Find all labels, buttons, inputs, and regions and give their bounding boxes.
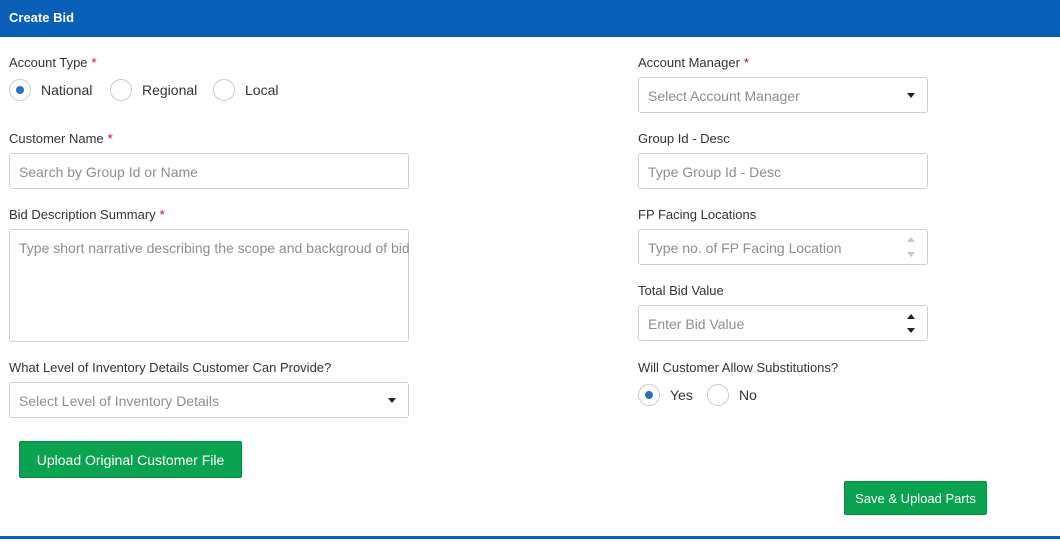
account-manager-placeholder: Select Account Manager bbox=[648, 88, 800, 104]
radio-national-label: National bbox=[41, 82, 93, 98]
account-manager-label-text: Account Manager bbox=[638, 55, 740, 70]
total-bid-input[interactable]: Enter Bid Value bbox=[638, 305, 928, 341]
bid-description-label: Bid Description Summary * bbox=[9, 207, 165, 222]
radio-no[interactable] bbox=[707, 384, 729, 406]
radio-national[interactable] bbox=[9, 79, 31, 101]
save-upload-parts-button[interactable]: Save & Upload Parts bbox=[844, 481, 987, 515]
total-bid-placeholder: Enter Bid Value bbox=[648, 316, 745, 332]
inventory-level-placeholder: Select Level of Inventory Details bbox=[19, 393, 219, 409]
required-mark: * bbox=[107, 131, 113, 146]
group-id-label: Group Id - Desc bbox=[638, 131, 730, 146]
account-type-label: Account Type * bbox=[9, 55, 97, 70]
bottom-divider bbox=[0, 536, 1060, 539]
chevron-down-icon bbox=[907, 93, 915, 98]
customer-name-placeholder: Search by Group Id or Name bbox=[19, 164, 198, 180]
page-title: Create Bid bbox=[9, 10, 75, 25]
bid-description-label-text: Bid Description Summary bbox=[9, 207, 156, 222]
radio-regional-label: Regional bbox=[142, 82, 198, 98]
substitutions-label: Will Customer Allow Substitutions? bbox=[638, 360, 839, 375]
account-manager-select[interactable]: Select Account Manager bbox=[638, 77, 928, 113]
customer-name-input[interactable]: Search by Group Id or Name bbox=[9, 153, 409, 189]
radio-local[interactable] bbox=[213, 79, 235, 101]
radio-regional[interactable] bbox=[110, 79, 132, 101]
bid-description-placeholder: Type short narrative describing the scop… bbox=[19, 240, 409, 256]
account-manager-label: Account Manager * bbox=[638, 55, 749, 70]
group-id-placeholder: Type Group Id - Desc bbox=[648, 164, 782, 180]
spin-up-icon[interactable] bbox=[907, 314, 915, 319]
bid-description-textarea[interactable]: Type short narrative describing the scop… bbox=[9, 229, 409, 342]
required-mark: * bbox=[743, 55, 749, 70]
required-mark: * bbox=[91, 55, 97, 70]
page-header: Create Bid bbox=[0, 0, 1060, 37]
chevron-down-icon bbox=[388, 398, 396, 403]
account-type-label-text: Account Type bbox=[9, 55, 88, 70]
spin-down-icon[interactable] bbox=[907, 252, 915, 257]
radio-no-label: No bbox=[739, 387, 757, 403]
radio-local-label: Local bbox=[245, 82, 279, 98]
spin-down-icon[interactable] bbox=[907, 328, 915, 333]
fp-facing-label: FP Facing Locations bbox=[638, 207, 757, 222]
total-bid-label: Total Bid Value bbox=[638, 283, 724, 298]
fp-facing-placeholder: Type no. of FP Facing Location bbox=[648, 240, 842, 256]
customer-name-label: Customer Name * bbox=[9, 131, 113, 146]
inventory-level-label: What Level of Inventory Details Customer… bbox=[9, 360, 332, 375]
radio-yes[interactable] bbox=[638, 384, 660, 406]
radio-yes-label: Yes bbox=[670, 387, 693, 403]
upload-customer-file-button[interactable]: Upload Original Customer File bbox=[19, 441, 242, 478]
fp-facing-input[interactable]: Type no. of FP Facing Location bbox=[638, 229, 928, 265]
customer-name-label-text: Customer Name bbox=[9, 131, 104, 146]
inventory-level-select[interactable]: Select Level of Inventory Details bbox=[9, 382, 409, 418]
spin-up-icon[interactable] bbox=[907, 237, 915, 242]
group-id-input[interactable]: Type Group Id - Desc bbox=[638, 153, 928, 189]
required-mark: * bbox=[159, 207, 165, 222]
